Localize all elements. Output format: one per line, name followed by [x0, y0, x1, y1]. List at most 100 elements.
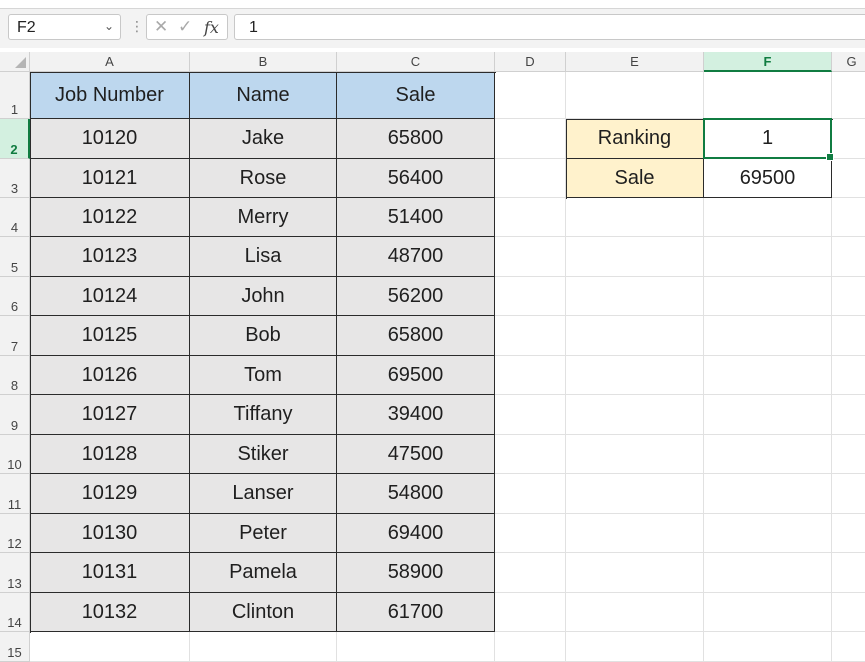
empty-cell[interactable]: [832, 593, 865, 632]
empty-cell[interactable]: [566, 593, 704, 632]
empty-cell[interactable]: [495, 514, 566, 553]
row-header-9[interactable]: 9: [0, 395, 30, 435]
empty-cell[interactable]: [337, 632, 495, 662]
table-header-sale[interactable]: Sale: [337, 72, 495, 119]
ranking-value[interactable]: 1: [704, 119, 832, 159]
row-header-14[interactable]: 14: [0, 593, 30, 632]
job-number-cell[interactable]: 10121: [30, 159, 190, 198]
empty-cell[interactable]: [495, 632, 566, 662]
column-header-d[interactable]: D: [495, 52, 566, 72]
sale-cell[interactable]: 65800: [337, 119, 495, 159]
empty-cell[interactable]: [30, 632, 190, 662]
row-header-7[interactable]: 7: [0, 316, 30, 356]
empty-cell[interactable]: [832, 632, 865, 662]
empty-cell[interactable]: [832, 553, 865, 593]
empty-cell[interactable]: [832, 159, 865, 198]
job-number-cell[interactable]: 10131: [30, 553, 190, 593]
sale-cell[interactable]: 58900: [337, 553, 495, 593]
row-header-3[interactable]: 3: [0, 159, 30, 198]
job-number-cell[interactable]: 10122: [30, 198, 190, 237]
empty-cell[interactable]: [566, 632, 704, 662]
empty-cell[interactable]: [495, 395, 566, 435]
job-number-cell[interactable]: 10130: [30, 514, 190, 553]
empty-cell[interactable]: [832, 474, 865, 514]
spreadsheet-grid[interactable]: A B C D E F G 1 2 3 4 5 6 7 8 9 10 11 12 13 14 15 Job Number Na…: [0, 52, 865, 662]
sale-value[interactable]: 69500: [704, 159, 832, 198]
name-cell[interactable]: Clinton: [190, 593, 337, 632]
empty-cell[interactable]: [832, 395, 865, 435]
row-header-10[interactable]: 10: [0, 435, 30, 474]
empty-cell[interactable]: [495, 159, 566, 198]
name-cell[interactable]: Pamela: [190, 553, 337, 593]
table-header-name[interactable]: Name: [190, 72, 337, 119]
empty-cell[interactable]: [566, 72, 704, 119]
row-header-6[interactable]: 6: [0, 277, 30, 316]
sale-cell[interactable]: 56200: [337, 277, 495, 316]
check-icon[interactable]: ✓: [178, 17, 192, 37]
select-all-corner[interactable]: [0, 52, 30, 72]
empty-cell[interactable]: [704, 632, 832, 662]
empty-cell[interactable]: [566, 198, 704, 237]
cancel-icon[interactable]: ✕: [154, 17, 168, 37]
row-header-12[interactable]: 12: [0, 514, 30, 553]
empty-cell[interactable]: [566, 237, 704, 277]
sale-cell[interactable]: 65800: [337, 316, 495, 356]
empty-cell[interactable]: [704, 237, 832, 277]
table-header-job-number[interactable]: Job Number: [30, 72, 190, 119]
sale-cell[interactable]: 61700: [337, 593, 495, 632]
empty-cell[interactable]: [495, 198, 566, 237]
empty-cell[interactable]: [495, 72, 566, 119]
sale-cell[interactable]: 69500: [337, 356, 495, 395]
empty-cell[interactable]: [704, 593, 832, 632]
row-header-11[interactable]: 11: [0, 474, 30, 514]
column-header-g[interactable]: G: [832, 52, 865, 72]
name-cell[interactable]: Jake: [190, 119, 337, 159]
sale-cell[interactable]: 56400: [337, 159, 495, 198]
formula-input[interactable]: 1: [234, 14, 865, 40]
row-header-13[interactable]: 13: [0, 553, 30, 593]
name-cell[interactable]: Merry: [190, 198, 337, 237]
empty-cell[interactable]: [704, 395, 832, 435]
job-number-cell[interactable]: 10126: [30, 356, 190, 395]
insert-function-icon[interactable]: fx: [204, 18, 219, 37]
sale-cell[interactable]: 51400: [337, 198, 495, 237]
job-number-cell[interactable]: 10123: [30, 237, 190, 277]
empty-cell[interactable]: [566, 316, 704, 356]
column-header-a[interactable]: A: [30, 52, 190, 72]
empty-cell[interactable]: [566, 474, 704, 514]
empty-cell[interactable]: [566, 435, 704, 474]
name-cell[interactable]: Tom: [190, 356, 337, 395]
vertical-ellipsis-icon[interactable]: ⋮: [130, 18, 144, 35]
empty-cell[interactable]: [566, 277, 704, 316]
job-number-cell[interactable]: 10125: [30, 316, 190, 356]
empty-cell[interactable]: [495, 277, 566, 316]
empty-cell[interactable]: [832, 237, 865, 277]
empty-cell[interactable]: [832, 198, 865, 237]
empty-cell[interactable]: [495, 356, 566, 395]
name-cell[interactable]: Rose: [190, 159, 337, 198]
empty-cell[interactable]: [832, 277, 865, 316]
empty-cell[interactable]: [704, 435, 832, 474]
name-cell[interactable]: John: [190, 277, 337, 316]
job-number-cell[interactable]: 10132: [30, 593, 190, 632]
job-number-cell[interactable]: 10129: [30, 474, 190, 514]
empty-cell[interactable]: [495, 474, 566, 514]
job-number-cell[interactable]: 10120: [30, 119, 190, 159]
empty-cell[interactable]: [704, 514, 832, 553]
job-number-cell[interactable]: 10124: [30, 277, 190, 316]
name-cell[interactable]: Tiffany: [190, 395, 337, 435]
empty-cell[interactable]: [704, 198, 832, 237]
empty-cell[interactable]: [704, 316, 832, 356]
job-number-cell[interactable]: 10127: [30, 395, 190, 435]
empty-cell[interactable]: [832, 356, 865, 395]
row-header-15[interactable]: 15: [0, 632, 30, 662]
empty-cell[interactable]: [832, 72, 865, 119]
sale-cell[interactable]: 69400: [337, 514, 495, 553]
empty-cell[interactable]: [190, 632, 337, 662]
name-cell[interactable]: Stiker: [190, 435, 337, 474]
sale-cell[interactable]: 54800: [337, 474, 495, 514]
empty-cell[interactable]: [704, 553, 832, 593]
empty-cell[interactable]: [704, 277, 832, 316]
name-cell[interactable]: Lanser: [190, 474, 337, 514]
sale-cell[interactable]: 39400: [337, 395, 495, 435]
